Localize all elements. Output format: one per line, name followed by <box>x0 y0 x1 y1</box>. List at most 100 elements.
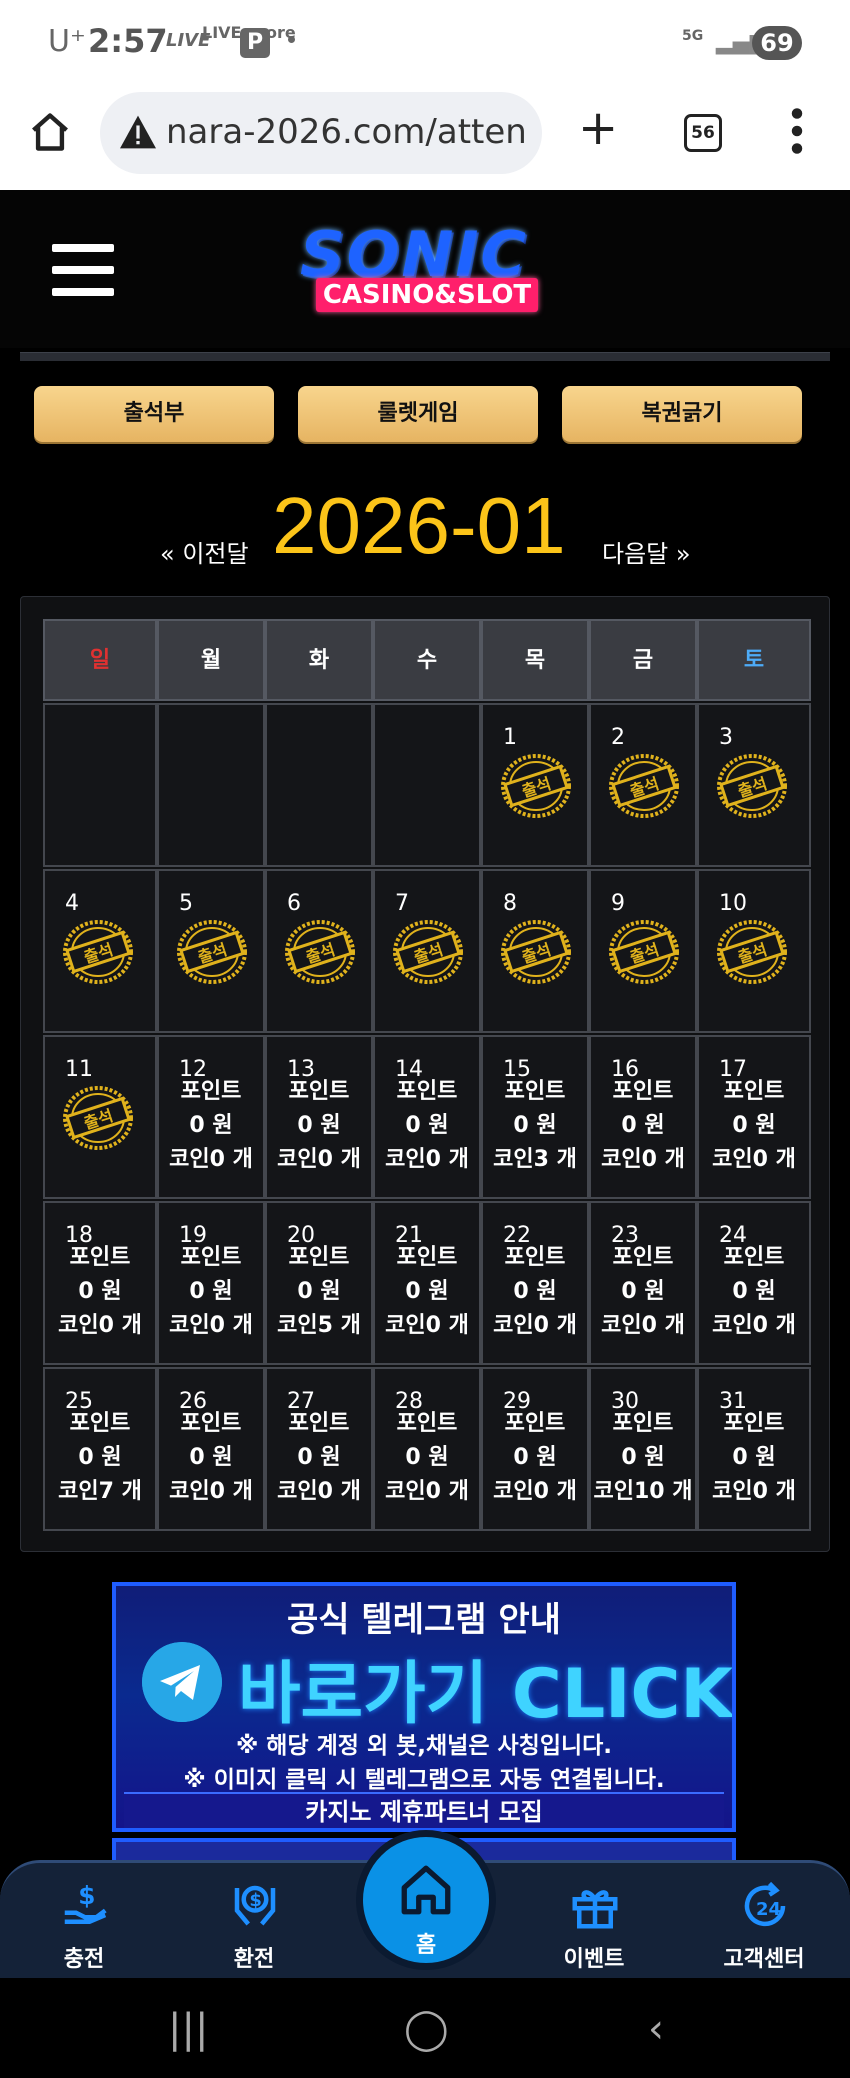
day-reward: 포인트 0 원 코인0 개 <box>159 1075 263 1177</box>
site-logo[interactable]: SONIC CASINO&SLOT <box>294 218 562 318</box>
attendance-stamp-icon: 출석 <box>393 920 463 984</box>
menu-icon[interactable] <box>52 244 114 300</box>
charge-icon: $ <box>64 1881 107 1924</box>
status-bar: U⁺ 2:57 LIVE LIVE score P 5G ▂▄▆ 69 <box>0 0 850 88</box>
calendar-day: 9 출석 <box>589 869 697 1033</box>
calendar-day: 27 포인트 0 원 코인0 개 <box>265 1367 373 1531</box>
attendance-stamp-icon: 출석 <box>609 920 679 984</box>
point-label: 포인트 <box>396 1245 458 1270</box>
calendar-day <box>373 703 481 867</box>
calendar-day: 16 포인트 0 원 코인0 개 <box>589 1035 697 1199</box>
weekday-header: 수 <box>373 619 481 701</box>
point-label: 포인트 <box>180 1079 242 1104</box>
coin-count: 코인7 개 <box>58 1479 142 1504</box>
home-icon <box>401 1865 451 1915</box>
calendar-day: 11 출석 <box>43 1035 157 1199</box>
tab-lottery[interactable]: 복권긁기 <box>562 386 802 442</box>
point-label: 포인트 <box>396 1411 458 1436</box>
attendance-stamp-icon: 출석 <box>63 1086 133 1150</box>
tab-attendance[interactable]: 출석부 <box>34 386 274 442</box>
point-label: 포인트 <box>723 1411 785 1436</box>
point-label: 포인트 <box>504 1079 566 1104</box>
calendar-day: 12 포인트 0 원 코인0 개 <box>157 1035 265 1199</box>
day-number: 1 <box>503 725 517 750</box>
system-home-icon[interactable]: ◯ <box>404 2006 449 2052</box>
more-menu-icon[interactable] <box>790 106 804 156</box>
calendar-day: 5 출석 <box>157 869 265 1033</box>
current-month: 2026-01 <box>272 481 566 570</box>
calendar-day: 17 포인트 0 원 코인0 개 <box>697 1035 811 1199</box>
calendar-day: 22 포인트 0 원 코인0 개 <box>481 1201 589 1365</box>
day-number: 10 <box>719 891 747 916</box>
day-number: 9 <box>611 891 625 916</box>
recent-apps-icon[interactable]: ||| <box>168 2006 208 2052</box>
point-amount: 0 원 <box>297 1445 341 1470</box>
point-amount: 0 원 <box>621 1279 665 1304</box>
telegram-banner[interactable]: 공식 텔레그램 안내 바로가기 CLICK ※ 해당 계정 외 봇,채널은 사칭… <box>112 1582 736 1832</box>
url-text[interactable]: nara-2026.com/atten <box>166 112 536 152</box>
attendance-stamp-icon: 출석 <box>63 920 133 984</box>
tab-count-button[interactable]: 56 <box>684 114 722 152</box>
nav-event[interactable]: 이벤트 <box>534 1873 654 1973</box>
nav-charge[interactable]: $ 충전 <box>24 1873 144 1973</box>
point-amount: 0 원 <box>405 1113 449 1138</box>
calendar-day: 4 출석 <box>43 869 157 1033</box>
coin-count: 코인0 개 <box>385 1313 469 1338</box>
point-amount: 0 원 <box>189 1445 233 1470</box>
coin-count: 코인0 개 <box>277 1479 361 1504</box>
coin-count: 코인5 개 <box>277 1313 361 1338</box>
month-navigation: « 이전달 2026-01 다음달 » <box>0 480 850 570</box>
calendar-day: 19 포인트 0 원 코인0 개 <box>157 1201 265 1365</box>
new-tab-icon[interactable]: + <box>578 100 618 156</box>
carrier-label: U⁺ <box>48 24 86 59</box>
browser-toolbar: nara-2026.com/atten + 56 <box>0 88 850 190</box>
point-label: 포인트 <box>69 1411 131 1436</box>
support-24-icon: 24 <box>744 1881 786 1927</box>
point-label: 포인트 <box>504 1245 566 1270</box>
day-reward: 포인트 0 원 코인10 개 <box>591 1407 695 1509</box>
day-number: 3 <box>719 725 733 750</box>
point-amount: 0 원 <box>513 1113 557 1138</box>
banner-title: 공식 텔레그램 안내 <box>287 1600 561 1640</box>
point-label: 포인트 <box>288 1079 350 1104</box>
day-reward: 포인트 0 원 코인7 개 <box>45 1407 155 1509</box>
banner-cta: 바로가기 CLICK <box>238 1655 734 1734</box>
weekday-header: 목 <box>481 619 589 701</box>
banner-note-1: ※ 해당 계정 외 봇,채널은 사칭입니다. <box>235 1733 613 1759</box>
logo-subtext: CASINO&SLOT <box>316 278 538 312</box>
nav-exchange-label: 환전 <box>233 1947 275 1972</box>
coin-count: 코인3 개 <box>493 1147 577 1172</box>
coin-count: 코인0 개 <box>493 1313 577 1338</box>
warning-icon[interactable] <box>118 114 158 150</box>
point-label: 포인트 <box>288 1411 350 1436</box>
coin-count: 코인0 개 <box>277 1147 361 1172</box>
weekday-header: 일 <box>43 619 157 701</box>
address-bar[interactable]: nara-2026.com/atten <box>100 92 542 174</box>
prev-month-link[interactable]: « 이전달 <box>160 534 249 569</box>
day-reward: 포인트 0 원 코인5 개 <box>267 1241 371 1343</box>
next-month-link[interactable]: 다음달 » <box>602 534 691 569</box>
back-icon[interactable]: ‹ <box>648 2006 664 2052</box>
attendance-stamp-icon: 출석 <box>177 920 247 984</box>
nav-support[interactable]: 24 고객센터 <box>704 1873 824 1973</box>
point-amount: 0 원 <box>513 1279 557 1304</box>
tab-roulette[interactable]: 룰렛게임 <box>298 386 538 442</box>
calendar-day: 10 출석 <box>697 869 811 1033</box>
coin-count: 코인0 개 <box>169 1313 253 1338</box>
weekday-header: 화 <box>265 619 373 701</box>
day-reward: 포인트 0 원코인3 개 <box>483 1075 587 1177</box>
nav-home-button[interactable]: 홈 <box>356 1830 496 1970</box>
weekday-header: 금 <box>589 619 697 701</box>
coin-count: 코인0 개 <box>385 1147 469 1172</box>
point-label: 포인트 <box>723 1245 785 1270</box>
nav-charge-label: 충전 <box>63 1947 105 1972</box>
calendar-day: 1 출석 <box>481 703 589 867</box>
gift-icon <box>572 1890 618 1929</box>
calendar-day: 18 포인트 0 원 코인0 개 <box>43 1201 157 1365</box>
point-amount: 0 원 <box>621 1113 665 1138</box>
point-amount: 0 원 <box>78 1279 122 1304</box>
home-icon[interactable] <box>28 110 72 154</box>
nav-exchange[interactable]: $ 환전 <box>194 1873 314 1973</box>
telegram-icon <box>142 1642 222 1722</box>
attendance-calendar: 일 월 화 수 목 금 토 1 출석 2 출석 3 출석 4 출석 5 출석 6 출석 7 출석 8 출석 9 출석 10 출석 11… <box>20 596 830 1552</box>
